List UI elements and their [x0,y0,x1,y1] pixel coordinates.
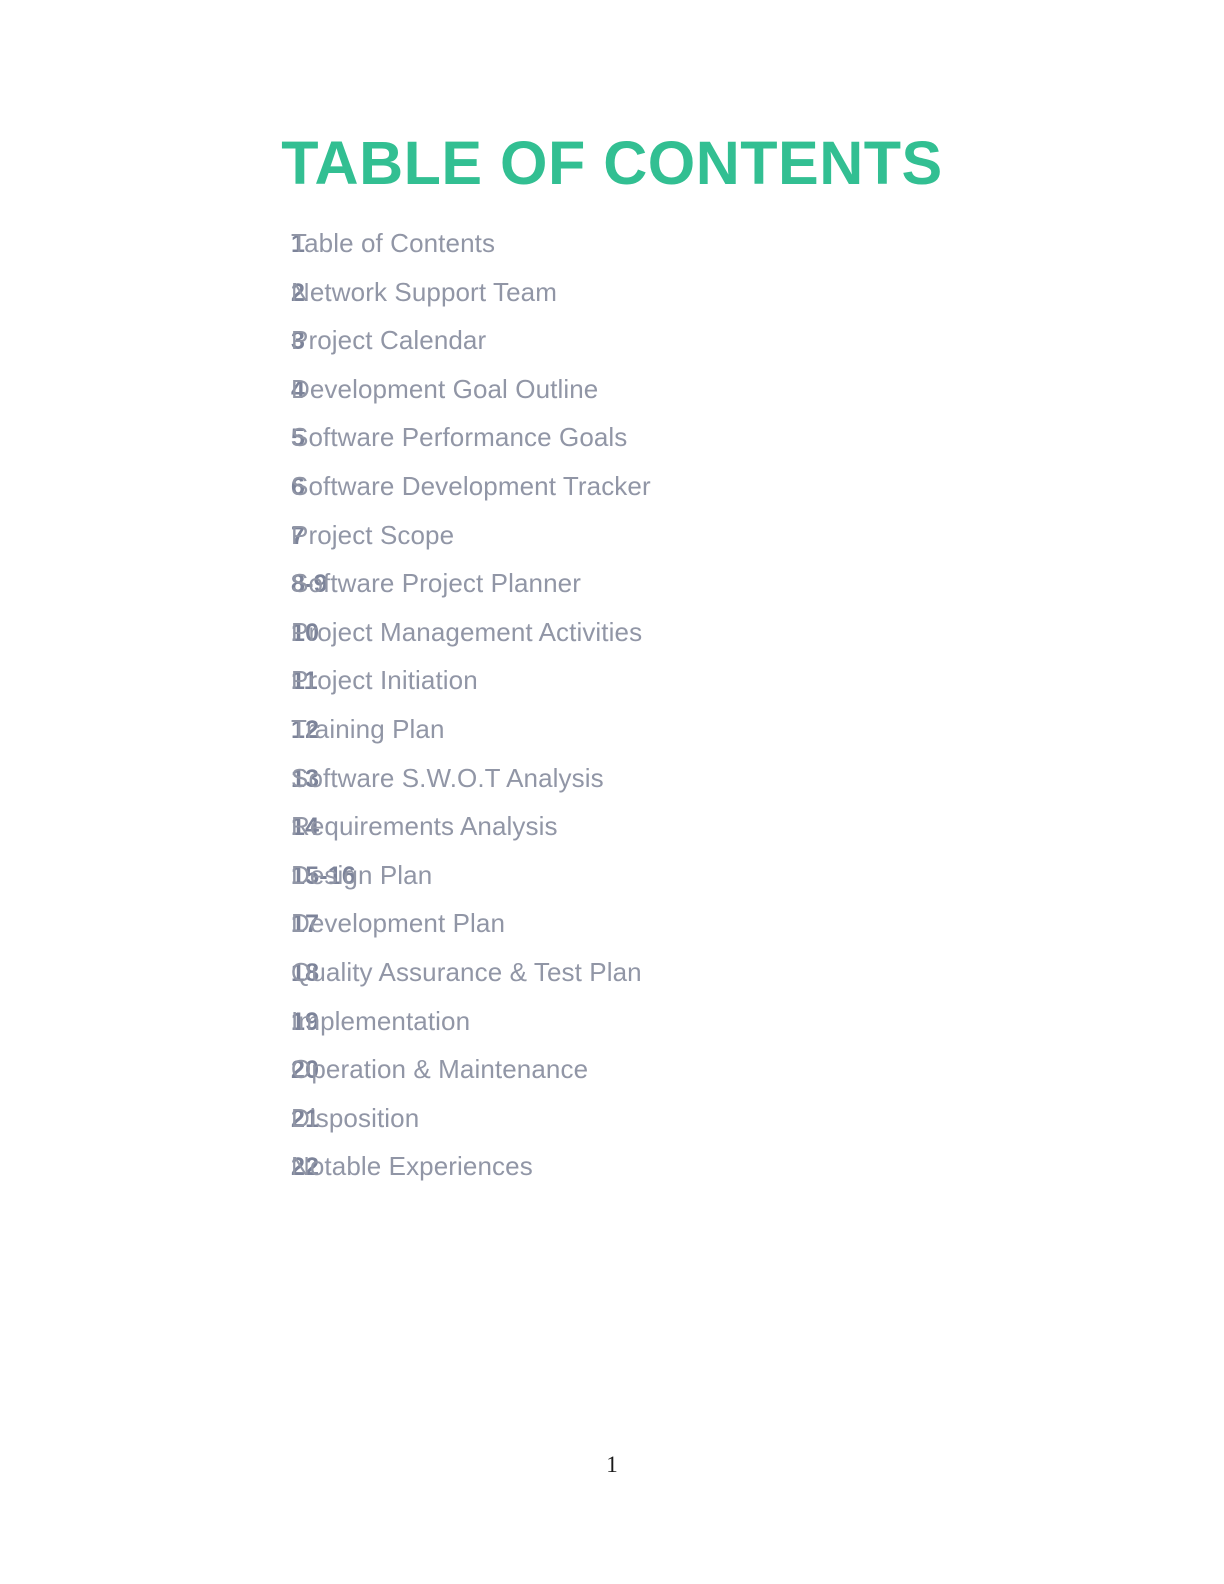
toc-entry-page-number: 21 [291,1104,320,1133]
toc-entry-label: Software Project Planner [291,568,581,599]
toc-entry[interactable]: 4 Development Goal Outline [0,374,1224,423]
page-title: TABLE OF CONTENTS [281,128,943,197]
toc-entry[interactable]: 17 Development Plan [0,908,1224,957]
toc-entry-label: Project Scope [291,519,455,550]
toc-entry[interactable]: 1 Table of Contents [0,228,1224,277]
toc-entry[interactable]: 8-9 Software Project Planner [0,568,1224,617]
toc-entry[interactable]: 7 Project Scope [0,520,1224,569]
toc-entry-page-number: 2 [291,278,306,307]
toc-entry[interactable]: 22 Notable Experiences [0,1151,1224,1200]
toc-entry-page-number: 7 [291,521,306,550]
toc-entry-label: Network Support Team [291,276,557,307]
toc-entry[interactable]: 5 Software Performance Goals [0,422,1224,471]
toc-entry[interactable]: 2 Network Support Team [0,277,1224,326]
toc-entry-page-number: 19 [291,1007,320,1036]
toc-entry-label: Training Plan [291,713,445,744]
toc-entry-page-number: 15-16 [291,861,356,890]
toc-entry[interactable]: 20 Operation & Maintenance [0,1054,1224,1103]
toc-entry-label: Quality Assurance & Test Plan [291,956,642,987]
toc-entry-label: Requirements Analysis [291,811,558,842]
toc-entry[interactable]: 10 Project Management Activities [0,617,1224,666]
toc-entry-label: Table of Contents [291,228,496,258]
toc-entry-page-number: 5 [291,424,306,453]
toc-entry-page-number: 14 [291,813,320,842]
toc-entry[interactable]: 18 Quality Assurance & Test Plan [0,957,1224,1006]
toc-entry-page-number: 8-9 [291,570,328,599]
toc-entry-page-number: 20 [291,1056,320,1085]
toc-entry[interactable]: 15-16 Design Plan [0,860,1224,909]
toc-entry-page-number: 13 [291,764,320,793]
toc-entry-page-number: 18 [291,958,320,987]
toc-entry[interactable]: 13 Software S.W.O.T Analysis [0,763,1224,812]
toc-entry-label: Design Plan [291,859,433,890]
toc-entry-label: Software Performance Goals [291,422,628,453]
toc-entry[interactable]: 6 Software Development Tracker [0,471,1224,520]
table-of-contents-list: 1 Table of Contents 2 Network Support Team 3… [0,228,1224,1200]
toc-entry-label: Disposition [291,1102,420,1133]
toc-entry-label: Software S.W.O.T Analysis [291,762,604,793]
toc-entry-page-number: 3 [291,327,306,356]
toc-entry[interactable]: 21 Disposition [0,1103,1224,1152]
toc-entry-page-number: 1 [291,230,306,258]
toc-entry-label: Implementation [291,1005,471,1036]
toc-entry-page-number: 4 [291,375,306,404]
toc-entry[interactable]: 19 Implementation [0,1006,1224,1055]
toc-entry-page-number: 12 [291,715,320,744]
toc-entry-label: Software Development Tracker [291,470,651,501]
toc-entry[interactable]: 12 Training Plan [0,714,1224,763]
toc-entry-label: Project Calendar [291,325,487,356]
footer-page-number: 1 [606,1452,618,1477]
toc-entry[interactable]: 11 Project Initiation [0,665,1224,714]
toc-entry-label: Project Initiation [291,665,478,696]
toc-entry-label: Project Management Activities [291,616,643,647]
document-page: TABLE OF CONTENTS 1 Table of Contents 2 Net… [0,0,1224,1584]
toc-entry[interactable]: 14 Requirements Analysis [0,811,1224,860]
toc-entry-page-number: 11 [291,667,318,696]
toc-entry-label: Development Plan [291,908,506,939]
toc-entry[interactable]: 3 Project Calendar [0,325,1224,374]
toc-entry-page-number: 17 [291,910,320,939]
toc-entry-page-number: 6 [291,472,306,501]
toc-entry-label: Development Goal Outline [291,373,599,404]
toc-entry-label: Operation & Maintenance [291,1054,589,1085]
toc-entry-page-number: 10 [291,618,320,647]
toc-entry-page-number: 22 [291,1153,320,1182]
toc-entry-label: Notable Experiences [291,1151,533,1182]
